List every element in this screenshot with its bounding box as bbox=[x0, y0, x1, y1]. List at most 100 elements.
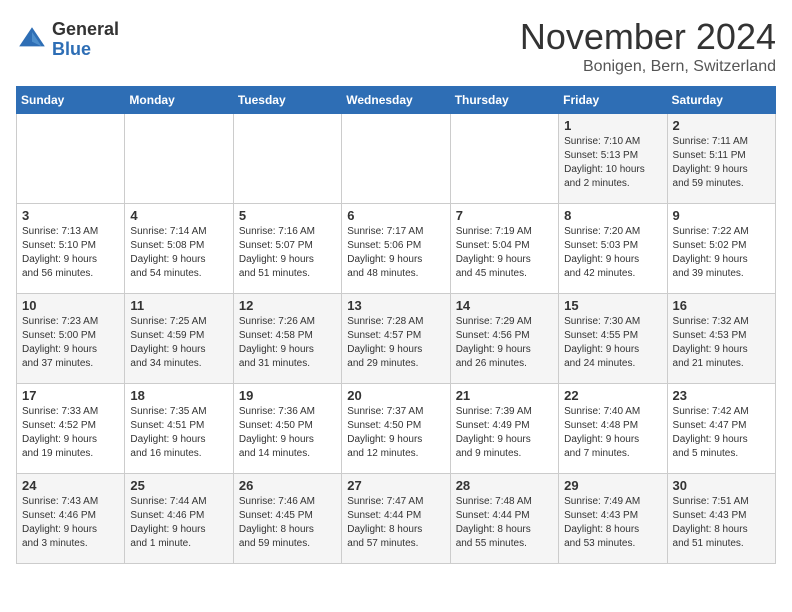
day-number: 6 bbox=[347, 208, 444, 223]
day-info: Sunrise: 7:23 AM Sunset: 5:00 PM Dayligh… bbox=[22, 315, 119, 371]
day-info: Sunrise: 7:43 AM Sunset: 4:46 PM Dayligh… bbox=[22, 495, 119, 551]
day-number: 15 bbox=[564, 298, 661, 313]
day-info: Sunrise: 7:42 AM Sunset: 4:47 PM Dayligh… bbox=[673, 405, 770, 461]
calendar-week-row: 24 Sunrise: 7:43 AM Sunset: 4:46 PM Dayli… bbox=[17, 474, 776, 564]
day-info: Sunrise: 7:19 AM Sunset: 5:04 PM Dayligh… bbox=[456, 225, 553, 281]
day-number: 2 bbox=[673, 118, 770, 133]
day-info: Sunrise: 7:44 AM Sunset: 4:46 PM Dayligh… bbox=[130, 495, 227, 551]
calendar-cell: 3Sunrise: 7:13 AM Sunset: 5:10 PM Daylig… bbox=[17, 204, 125, 294]
calendar-cell: 16 Sunrise: 7:32 AM Sunset: 4:53 PM Dayli… bbox=[667, 294, 775, 384]
day-number: 17 bbox=[22, 388, 119, 403]
calendar-cell bbox=[17, 114, 125, 204]
logo-general: General bbox=[52, 20, 119, 40]
calendar-cell: 5 Sunrise: 7:16 AM Sunset: 5:07 PM Daylig… bbox=[233, 204, 341, 294]
calendar-cell: 8Sunrise: 7:20 AM Sunset: 5:03 PM Daylig… bbox=[559, 204, 667, 294]
day-number: 12 bbox=[239, 298, 336, 313]
calendar-cell: 21Sunrise: 7:39 AM Sunset: 4:49 PM Dayli… bbox=[450, 384, 558, 474]
location-title: Bonigen, Bern, Switzerland bbox=[520, 58, 776, 76]
calendar-cell: 14 Sunrise: 7:29 AM Sunset: 4:56 PM Dayli… bbox=[450, 294, 558, 384]
day-info: Sunrise: 7:48 AM Sunset: 4:44 PM Dayligh… bbox=[456, 495, 553, 551]
calendar-week-row: 10 Sunrise: 7:23 AM Sunset: 5:00 PM Dayli… bbox=[17, 294, 776, 384]
day-info: Sunrise: 7:14 AM Sunset: 5:08 PM Dayligh… bbox=[130, 225, 227, 281]
calendar-cell: 10 Sunrise: 7:23 AM Sunset: 5:00 PM Dayli… bbox=[17, 294, 125, 384]
weekday-header-saturday: Saturday bbox=[667, 87, 775, 114]
day-info: Sunrise: 7:46 AM Sunset: 4:45 PM Dayligh… bbox=[239, 495, 336, 551]
day-number: 11 bbox=[130, 298, 227, 313]
day-number: 10 bbox=[22, 298, 119, 313]
day-number: 14 bbox=[456, 298, 553, 313]
weekday-header-wednesday: Wednesday bbox=[342, 87, 450, 114]
calendar-cell: 24 Sunrise: 7:43 AM Sunset: 4:46 PM Dayli… bbox=[17, 474, 125, 564]
title-area: November 2024 Bonigen, Bern, Switzerland bbox=[520, 16, 776, 76]
calendar-cell: 28 Sunrise: 7:48 AM Sunset: 4:44 PM Dayli… bbox=[450, 474, 558, 564]
day-number: 1 bbox=[564, 118, 661, 133]
day-info: Sunrise: 7:49 AM Sunset: 4:43 PM Dayligh… bbox=[564, 495, 661, 551]
calendar-cell: 15 Sunrise: 7:30 AM Sunset: 4:55 PM Dayli… bbox=[559, 294, 667, 384]
calendar-cell: 2 Sunrise: 7:11 AM Sunset: 5:11 PM Daylig… bbox=[667, 114, 775, 204]
calendar-cell: 17 Sunrise: 7:33 AM Sunset: 4:52 PM Dayli… bbox=[17, 384, 125, 474]
weekday-header-sunday: Sunday bbox=[17, 87, 125, 114]
day-number: 13 bbox=[347, 298, 444, 313]
day-info: Sunrise: 7:29 AM Sunset: 4:56 PM Dayligh… bbox=[456, 315, 553, 371]
weekday-header-friday: Friday bbox=[559, 87, 667, 114]
calendar-cell bbox=[233, 114, 341, 204]
calendar-cell: 25 Sunrise: 7:44 AM Sunset: 4:46 PM Dayli… bbox=[125, 474, 233, 564]
logo: General Blue bbox=[16, 20, 119, 60]
day-number: 25 bbox=[130, 478, 227, 493]
day-number: 20 bbox=[347, 388, 444, 403]
day-number: 30 bbox=[673, 478, 770, 493]
calendar-week-row: 1Sunrise: 7:10 AM Sunset: 5:13 PM Daylig… bbox=[17, 114, 776, 204]
calendar-cell: 7 Sunrise: 7:19 AM Sunset: 5:04 PM Daylig… bbox=[450, 204, 558, 294]
calendar-cell: 6Sunrise: 7:17 AM Sunset: 5:06 PM Daylig… bbox=[342, 204, 450, 294]
calendar-body: 1Sunrise: 7:10 AM Sunset: 5:13 PM Daylig… bbox=[17, 114, 776, 564]
calendar-cell bbox=[125, 114, 233, 204]
day-info: Sunrise: 7:33 AM Sunset: 4:52 PM Dayligh… bbox=[22, 405, 119, 461]
day-number: 23 bbox=[673, 388, 770, 403]
day-info: Sunrise: 7:26 AM Sunset: 4:58 PM Dayligh… bbox=[239, 315, 336, 371]
calendar-cell: 4Sunrise: 7:14 AM Sunset: 5:08 PM Daylig… bbox=[125, 204, 233, 294]
day-info: Sunrise: 7:47 AM Sunset: 4:44 PM Dayligh… bbox=[347, 495, 444, 551]
calendar-cell: 29 Sunrise: 7:49 AM Sunset: 4:43 PM Dayli… bbox=[559, 474, 667, 564]
calendar-cell bbox=[450, 114, 558, 204]
logo-blue: Blue bbox=[52, 40, 119, 60]
day-number: 5 bbox=[239, 208, 336, 223]
day-info: Sunrise: 7:11 AM Sunset: 5:11 PM Dayligh… bbox=[673, 135, 770, 191]
day-number: 19 bbox=[239, 388, 336, 403]
calendar-cell: 26Sunrise: 7:46 AM Sunset: 4:45 PM Dayli… bbox=[233, 474, 341, 564]
calendar-cell: 19 Sunrise: 7:36 AM Sunset: 4:50 PM Dayli… bbox=[233, 384, 341, 474]
calendar-cell: 11 Sunrise: 7:25 AM Sunset: 4:59 PM Dayli… bbox=[125, 294, 233, 384]
day-info: Sunrise: 7:32 AM Sunset: 4:53 PM Dayligh… bbox=[673, 315, 770, 371]
calendar-cell: 18 Sunrise: 7:35 AM Sunset: 4:51 PM Dayli… bbox=[125, 384, 233, 474]
day-info: Sunrise: 7:25 AM Sunset: 4:59 PM Dayligh… bbox=[130, 315, 227, 371]
calendar-header: SundayMondayTuesdayWednesdayThursdayFrid… bbox=[17, 87, 776, 114]
day-info: Sunrise: 7:28 AM Sunset: 4:57 PM Dayligh… bbox=[347, 315, 444, 371]
day-number: 16 bbox=[673, 298, 770, 313]
calendar-week-row: 3Sunrise: 7:13 AM Sunset: 5:10 PM Daylig… bbox=[17, 204, 776, 294]
day-info: Sunrise: 7:36 AM Sunset: 4:50 PM Dayligh… bbox=[239, 405, 336, 461]
calendar-cell: 27 Sunrise: 7:47 AM Sunset: 4:44 PM Dayli… bbox=[342, 474, 450, 564]
day-number: 21 bbox=[456, 388, 553, 403]
calendar-cell: 1Sunrise: 7:10 AM Sunset: 5:13 PM Daylig… bbox=[559, 114, 667, 204]
calendar-week-row: 17 Sunrise: 7:33 AM Sunset: 4:52 PM Dayli… bbox=[17, 384, 776, 474]
day-info: Sunrise: 7:20 AM Sunset: 5:03 PM Dayligh… bbox=[564, 225, 661, 281]
day-number: 29 bbox=[564, 478, 661, 493]
day-number: 7 bbox=[456, 208, 553, 223]
month-title: November 2024 bbox=[520, 16, 776, 58]
day-number: 22 bbox=[564, 388, 661, 403]
day-info: Sunrise: 7:22 AM Sunset: 5:02 PM Dayligh… bbox=[673, 225, 770, 281]
day-info: Sunrise: 7:30 AM Sunset: 4:55 PM Dayligh… bbox=[564, 315, 661, 371]
day-info: Sunrise: 7:16 AM Sunset: 5:07 PM Dayligh… bbox=[239, 225, 336, 281]
day-number: 28 bbox=[456, 478, 553, 493]
weekday-header-row: SundayMondayTuesdayWednesdayThursdayFrid… bbox=[17, 87, 776, 114]
weekday-header-thursday: Thursday bbox=[450, 87, 558, 114]
day-number: 24 bbox=[22, 478, 119, 493]
logo-icon bbox=[16, 24, 48, 56]
calendar-table: SundayMondayTuesdayWednesdayThursdayFrid… bbox=[16, 86, 776, 564]
day-number: 18 bbox=[130, 388, 227, 403]
weekday-header-tuesday: Tuesday bbox=[233, 87, 341, 114]
calendar-cell: 20Sunrise: 7:37 AM Sunset: 4:50 PM Dayli… bbox=[342, 384, 450, 474]
day-info: Sunrise: 7:35 AM Sunset: 4:51 PM Dayligh… bbox=[130, 405, 227, 461]
calendar-cell: 22Sunrise: 7:40 AM Sunset: 4:48 PM Dayli… bbox=[559, 384, 667, 474]
weekday-header-monday: Monday bbox=[125, 87, 233, 114]
day-number: 27 bbox=[347, 478, 444, 493]
